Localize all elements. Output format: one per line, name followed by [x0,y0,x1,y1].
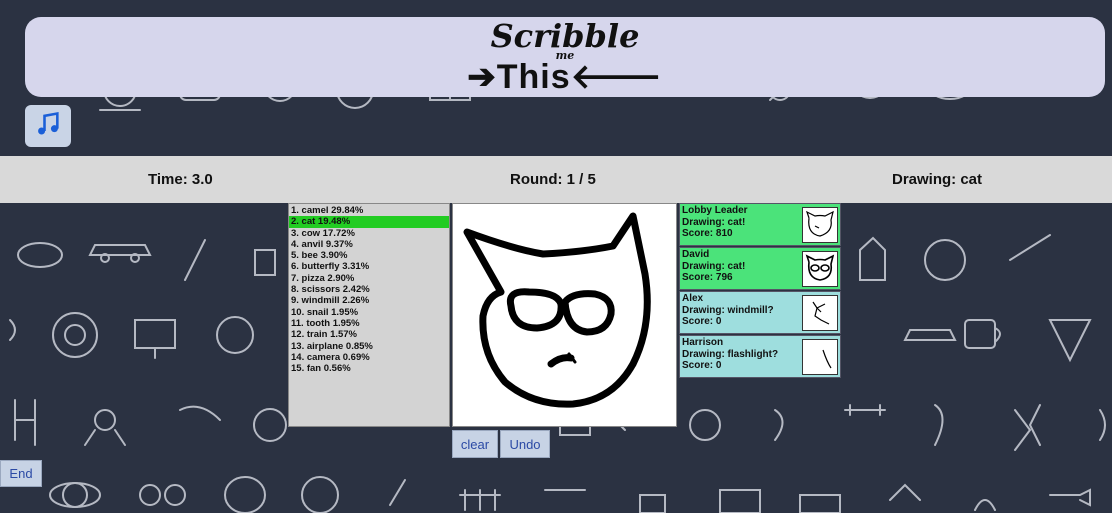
guess-item: 1. camel 29.84% [291,205,364,216]
logo-scribble: Scribble [490,17,640,55]
guess-item: 8. scissors 2.42% [291,284,370,296]
guess-item: 10. snail 1.95% [291,306,359,318]
player-drawing-thumbnail [802,295,838,331]
player-drawing-thumbnail [802,207,838,243]
end-button[interactable]: End [0,460,42,487]
player-card: Alex Drawing: windmill? Score: 0 [679,291,841,334]
guess-item: 7. pizza 2.90% [291,272,355,284]
round-label: Round: 1 / 5 [510,171,596,188]
guess-item: 13. airplane 0.85% [291,340,373,352]
player-card: Lobby Leader Drawing: cat! Score: 810 [679,203,841,246]
music-note-icon [34,110,62,143]
undo-button[interactable]: Undo [500,430,550,458]
player-card: David Drawing: cat! Score: 796 [679,247,841,290]
drawing-prompt-label: Drawing: cat [892,171,983,188]
guess-item: 15. fan 0.56% [291,363,351,375]
logo-this: ➔This🡐 [467,58,663,96]
player-list: Lobby Leader Drawing: cat! Score: 810 Da… [679,203,841,379]
guess-item: 11. tooth 1.95% [291,317,360,329]
guess-item: 6. butterfly 3.31% [291,261,370,273]
player-drawing-thumbnail [802,339,838,375]
guess-item: 4. anvil 9.37% [291,238,353,250]
music-toggle-button[interactable] [25,105,71,147]
clear-button[interactable]: clear [452,430,498,458]
drawing-canvas[interactable] [452,203,677,427]
status-bar: Time: 3.0 Round: 1 / 5 Drawing: cat [0,156,1112,203]
guess-list: 1. camel 29.84% 2. cat 19.48% 3. cow 17.… [288,203,450,427]
player-card: Harrison Drawing: flashlight? Score: 0 [679,335,841,378]
guess-item: 12. train 1.57% [291,329,358,341]
guess-item: 9. windmill 2.26% [291,295,370,307]
title-banner: Scribble me ➔This🡐 [25,17,1105,97]
guess-item: 3. cow 17.72% [291,227,355,239]
player-drawing-thumbnail [802,251,838,287]
guess-item: 14. camera 0.69% [291,351,370,363]
guess-item: 5. bee 3.90% [291,250,348,262]
timer-label: Time: 3.0 [148,171,213,188]
guess-item-highlighted: 2. cat 19.48% [289,216,449,228]
